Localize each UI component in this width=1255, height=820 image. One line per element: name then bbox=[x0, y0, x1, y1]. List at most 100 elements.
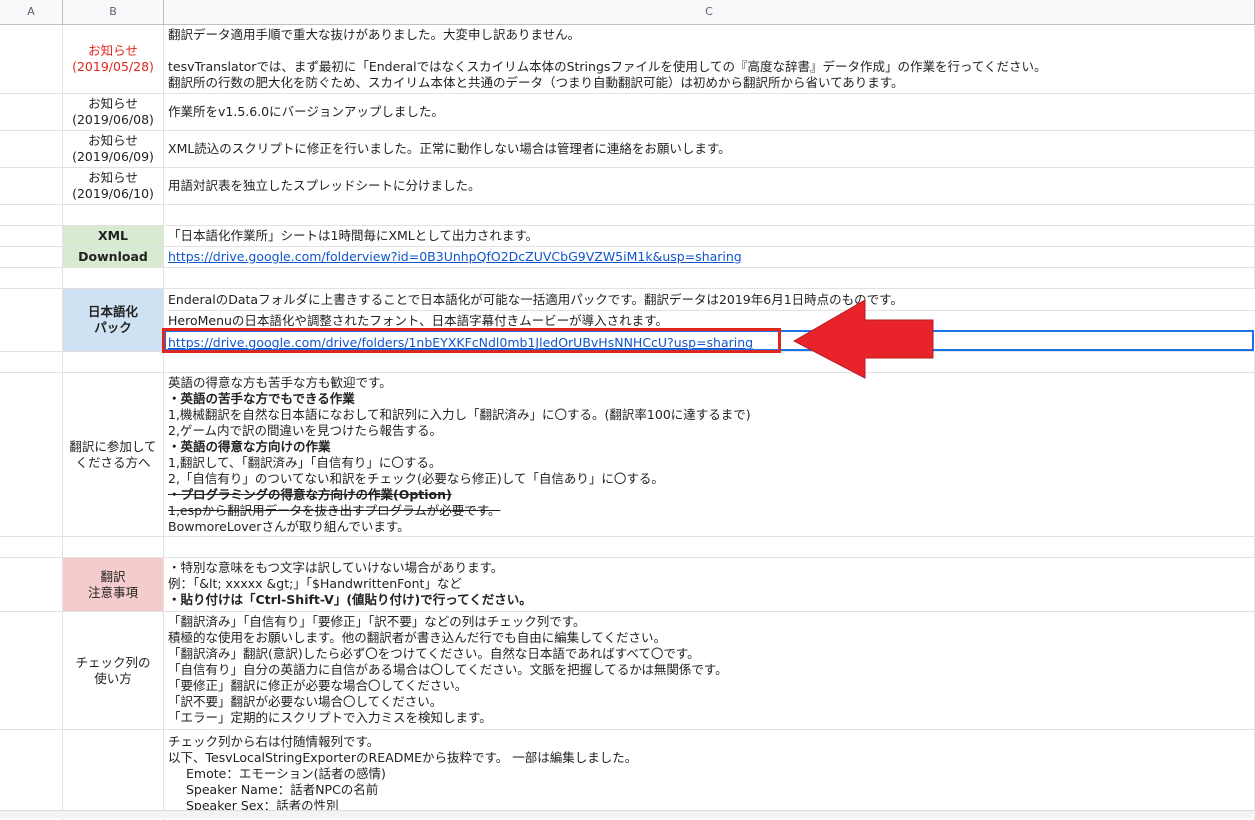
info-text-cell[interactable]: チェック列から右は付随情報列です。 以下、TesvLocalStringExpo… bbox=[164, 730, 1255, 820]
notice-text-cell[interactable]: 翻訳データ適用手順で重大な抜けがありました。大変申し訳ありません。 tesvTr… bbox=[164, 25, 1255, 93]
notice-label: お知らせ bbox=[88, 96, 138, 111]
empty-row bbox=[0, 537, 1255, 558]
notice-text: 作業所をv1.5.6.0にバージョンアップしました。 bbox=[168, 104, 444, 119]
check-label-line: 使い方 bbox=[94, 670, 132, 686]
notice-label: お知らせ bbox=[88, 133, 138, 148]
cell-a[interactable] bbox=[0, 168, 63, 204]
xml-description: 「日本語化作業所」シートは1時間毎にXMLとして出力されます。 bbox=[168, 228, 539, 243]
cell-c[interactable] bbox=[164, 352, 1255, 372]
xml-text-cell[interactable]: 「日本語化作業所」シートは1時間毎にXMLとして出力されます。 bbox=[164, 226, 1255, 246]
check-line: 「訳不要」翻訳が必要ない場合〇してください。 bbox=[168, 694, 443, 709]
participate-line-struck: 1,espから翻訳用データを抜き出すプログラムが必要です。 bbox=[168, 503, 501, 518]
column-header-b[interactable]: B bbox=[63, 0, 164, 24]
notice-text-cell[interactable]: 作業所をv1.5.6.0にバージョンアップしました。 bbox=[164, 94, 1255, 130]
notice-line: tesvTranslatorでは、まず最初に「Enderalではなくスカイリム本… bbox=[168, 59, 1047, 74]
cell-a[interactable] bbox=[0, 268, 63, 288]
notice-text: 用語対訳表を独立したスプレッドシートに分けました。 bbox=[168, 178, 481, 193]
pack-label-line: パック bbox=[94, 320, 132, 335]
info-line: Emote：エモーション(話者の感情) bbox=[186, 766, 386, 781]
check-line: 「エラー」定期的にスクリプトで入力ミスを検知します。 bbox=[168, 710, 492, 725]
participate-label-cell[interactable]: 翻訳に参加して くださる方へ bbox=[63, 373, 164, 536]
notes-label-cell[interactable]: 翻訳 注意事項 bbox=[63, 558, 164, 611]
cell-a[interactable] bbox=[0, 373, 63, 536]
notice-line: 翻訳所の行数の肥大化を防ぐため、スカイリム本体と共通のデータ（つまり自動翻訳可能… bbox=[168, 75, 904, 90]
table-row: お知らせ (2019/06/10) 用語対訳表を独立したスプレッドシートに分けまし… bbox=[0, 168, 1255, 205]
column-header-a[interactable]: A bbox=[0, 0, 63, 24]
highlight-box bbox=[162, 328, 781, 353]
cell-a[interactable] bbox=[0, 558, 63, 611]
participate-line: 英語の得意な方も苦手な方も歓迎です。 bbox=[168, 375, 392, 390]
cell-a[interactable] bbox=[0, 730, 63, 820]
xml-label: XML bbox=[97, 228, 129, 243]
cell-a[interactable] bbox=[0, 612, 63, 729]
cell-a[interactable] bbox=[0, 25, 63, 93]
table-row: 翻訳に参加して くださる方へ 英語の得意な方も苦手な方も歓迎です。 ・英語の苦手な… bbox=[0, 373, 1255, 537]
table-row: チェック列の 使い方 「翻訳済み」「自信有り」「要修正」「訳不要」などの列はチェッ… bbox=[0, 612, 1255, 730]
notes-line: ・特別な意味をもつ文字は訳していけない場合があります。 bbox=[168, 560, 504, 575]
participate-line: 1,機械翻訳を自然な日本語になおして和訳列に入力し「翻訳済み」に〇する。(翻訳率… bbox=[168, 407, 751, 422]
notes-text-cell[interactable]: ・特別な意味をもつ文字は訳していけない場合があります。 例：「&lt; xxxx… bbox=[164, 558, 1255, 611]
info-line: Speaker Name：話者NPCの名前 bbox=[186, 782, 379, 797]
notice-label-cell[interactable]: お知らせ (2019/05/28) bbox=[63, 25, 164, 93]
cell-b[interactable] bbox=[63, 205, 164, 225]
cell-b[interactable] bbox=[63, 537, 164, 557]
check-line: 積極的な使用をお願いします。他の翻訳者が書き込んだ行でも自由に編集してください。 bbox=[168, 630, 667, 645]
table-row: お知らせ (2019/05/28) 翻訳データ適用手順で重大な抜けがありました。大… bbox=[0, 25, 1255, 94]
column-header-bar: A B C bbox=[0, 0, 1255, 25]
notice-label: お知らせ bbox=[88, 170, 138, 185]
cell-a[interactable] bbox=[0, 247, 63, 267]
table-row: Download https://drive.google.com/folder… bbox=[0, 247, 1255, 268]
cell-c[interactable] bbox=[164, 205, 1255, 225]
empty-row bbox=[0, 352, 1255, 373]
notice-label: お知らせ bbox=[88, 43, 138, 58]
red-arrow-icon bbox=[792, 299, 934, 379]
cell-a[interactable] bbox=[0, 537, 63, 557]
notes-label-line: 注意事項 bbox=[87, 584, 138, 600]
xml-download-link[interactable]: https://drive.google.com/folderview?id=0… bbox=[168, 249, 742, 265]
cell-b[interactable] bbox=[63, 730, 164, 820]
check-line: 「要修正」翻訳に修正が必要な場合〇してください。 bbox=[168, 678, 468, 693]
notice-label-cell[interactable]: お知らせ (2019/06/08) bbox=[63, 94, 164, 130]
column-header-c[interactable]: C bbox=[164, 0, 1255, 24]
check-line: 「翻訳済み」「自信有り」「要修正」「訳不要」などの列はチェック列です。 bbox=[168, 614, 586, 629]
notice-text-cell[interactable]: 用語対訳表を独立したスプレッドシートに分けました。 bbox=[164, 168, 1255, 204]
notice-date: (2019/06/08) bbox=[72, 112, 154, 127]
notice-label-cell[interactable]: お知らせ (2019/06/10) bbox=[63, 168, 164, 204]
download-label-cell[interactable]: Download bbox=[63, 247, 164, 267]
participate-line: 1,翻訳して、「翻訳済み」「自信有り」に〇する。 bbox=[168, 455, 442, 470]
cell-b[interactable] bbox=[63, 268, 164, 288]
notice-text-cell[interactable]: XML読込のスクリプトに修正を行いました。正常に動作しない場合は管理者に連絡をお… bbox=[164, 131, 1255, 167]
cell-a[interactable] bbox=[0, 94, 63, 130]
cell-a[interactable] bbox=[0, 205, 63, 225]
empty-row bbox=[0, 268, 1255, 289]
check-text-cell[interactable]: 「翻訳済み」「自信有り」「要修正」「訳不要」などの列はチェック列です。 積極的な… bbox=[164, 612, 1255, 729]
participate-line: 2,「自信有り」のついてない和訳をチェック(必要なら修正)して「自信あり」に〇す… bbox=[168, 471, 664, 486]
participate-label-line: 翻訳に参加して bbox=[69, 438, 157, 454]
empty-row bbox=[0, 205, 1255, 226]
cell-a[interactable] bbox=[0, 131, 63, 167]
table-row: XML 「日本語化作業所」シートは1時間毎にXMLとして出力されます。 bbox=[0, 226, 1255, 247]
check-line: 「自信有り」自分の英語力に自信がある場合は〇してください。文脈を把握してるかは無… bbox=[168, 662, 728, 677]
cell-b[interactable] bbox=[63, 352, 164, 372]
cell-a[interactable] bbox=[0, 226, 63, 246]
cell-c[interactable] bbox=[164, 537, 1255, 557]
pack-label-cell[interactable]: 日本語化 パック bbox=[63, 289, 164, 351]
participate-heading-struck: ・プログラミングの得意な方向けの作業(Option) bbox=[168, 487, 452, 502]
check-label-cell[interactable]: チェック列の 使い方 bbox=[63, 612, 164, 729]
check-label-line: チェック列の bbox=[75, 654, 151, 670]
cell-c[interactable] bbox=[164, 268, 1255, 288]
cell-a[interactable] bbox=[0, 352, 63, 372]
cell-a[interactable] bbox=[0, 289, 63, 351]
notes-label-line: 翻訳 bbox=[100, 568, 126, 584]
xml-link-cell[interactable]: https://drive.google.com/folderview?id=0… bbox=[164, 247, 1255, 267]
notice-label-cell[interactable]: お知らせ (2019/06/09) bbox=[63, 131, 164, 167]
pack-description: EnderalのDataフォルダに上書きすることで日本語化が可能な一括適用パック… bbox=[168, 289, 1255, 311]
participate-text-cell[interactable]: 英語の得意な方も苦手な方も歓迎です。 ・英語の苦手な方でもできる作業 1,機械翻… bbox=[164, 373, 1255, 536]
participate-line: BowmoreLoverさんが取り組んでいます。 bbox=[168, 519, 410, 534]
notice-date: (2019/06/10) bbox=[72, 186, 154, 201]
notice-line bbox=[168, 43, 1254, 59]
info-line: 以下、TesvLocalStringExporterのREADMEから抜粋です。… bbox=[168, 750, 638, 765]
notes-line: 例：「&lt; xxxxx &gt;」「$HandwrittenFont」など bbox=[168, 576, 462, 591]
xml-label-cell[interactable]: XML bbox=[63, 226, 164, 246]
table-row: お知らせ (2019/06/09) XML読込のスクリプトに修正を行いました。正常… bbox=[0, 131, 1255, 168]
